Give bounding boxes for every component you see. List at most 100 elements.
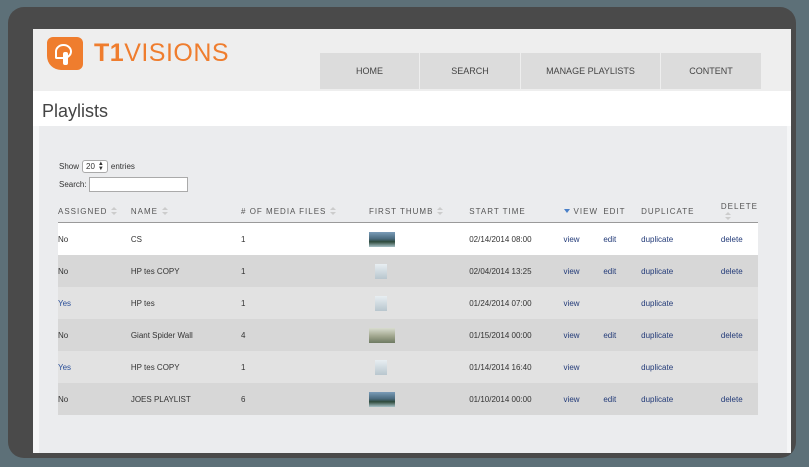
site-header: T1 VISIONS HOME SEARCH MANAGE PLAYLISTS … [33,29,791,91]
edit-link[interactable] [603,287,642,319]
table-header-row: ASSIGNED NAME # OF MEDIA FILES FIRST THU… [58,200,758,223]
cell-files: 6 [230,383,358,415]
view-link[interactable]: view [563,319,604,351]
edit-link[interactable]: edit [603,383,642,415]
landscape-thumbnail[interactable] [368,391,395,407]
playlists-panel: Show 20 ▲ ▼ entries Search: ASSIGNED NAM… [39,126,787,453]
table-row: No JOES PLAYLIST 6 01/10/2014 00:00 view… [58,383,758,415]
edit-link[interactable]: edit [603,319,642,351]
sort-icon [111,207,118,216]
col-duplicate[interactable]: DUPLICATE [641,200,721,223]
blank-thumbnail[interactable] [374,263,387,279]
cell-start: 02/04/2014 13:25 [458,255,564,287]
view-link[interactable]: view [563,222,604,255]
cell-thumb [357,319,459,351]
cell-files: 1 [230,351,358,383]
delete-link[interactable]: delete [720,222,758,255]
cell-start: 01/14/2014 16:40 [458,351,564,383]
main-nav: HOME SEARCH MANAGE PLAYLISTS CONTENT [320,53,762,89]
search-control: Search: [59,177,188,192]
duplicate-link[interactable]: duplicate [641,383,721,415]
stepper-icon: ▲ ▼ [97,160,104,172]
duplicate-link[interactable]: duplicate [641,222,721,255]
cell-name: CS [119,222,231,255]
cell-name: HP tes COPY [119,255,231,287]
nav-content[interactable]: CONTENT [661,53,762,89]
delete-link[interactable]: delete [720,255,758,287]
entries-select[interactable]: 20 ▲ ▼ [82,160,108,173]
view-link[interactable]: view [563,255,604,287]
cell-assigned: Yes [58,351,120,383]
table-controls: Show 20 ▲ ▼ entries Search: [59,160,188,192]
view-link[interactable]: view [563,383,604,415]
cell-files: 1 [230,222,358,255]
entries-control: Show 20 ▲ ▼ entries [59,160,188,173]
entries-label: entries [110,162,135,171]
table-row: Yes HP tes COPY 1 01/14/2014 16:40 view … [58,351,758,383]
col-name[interactable]: NAME [119,200,231,223]
cell-start: 01/15/2014 00:00 [458,319,564,351]
sort-icon [161,207,168,216]
duplicate-link[interactable]: duplicate [641,319,721,351]
cell-files: 1 [230,287,358,319]
cell-thumb [357,287,459,319]
sort-icon [330,207,337,216]
touch-logo-icon [47,36,83,70]
page-title: Playlists [42,101,109,121]
table-row: Yes HP tes 1 01/24/2014 07:00 view dupli… [58,287,758,319]
cell-start: 01/24/2014 07:00 [458,287,564,319]
cell-assigned: No [58,319,120,351]
t1visions-logo[interactable]: T1 VISIONS [47,35,229,71]
sort-desc-icon [563,209,570,214]
nav-manage-playlists[interactable]: MANAGE PLAYLISTS [521,53,661,89]
duplicate-link[interactable]: duplicate [641,287,721,319]
duplicate-link[interactable]: duplicate [641,351,721,383]
delete-link[interactable] [720,351,758,383]
logo-text-t1: T1 [94,38,125,67]
delete-link[interactable] [720,287,758,319]
col-delete[interactable]: DELETE [720,200,758,223]
cell-start: 01/10/2014 00:00 [458,383,564,415]
cell-assigned: No [58,222,120,255]
nav-home[interactable]: HOME [320,53,420,89]
cell-files: 4 [230,319,358,351]
landscape-thumbnail[interactable] [368,231,395,247]
device-frame: T1 VISIONS HOME SEARCH MANAGE PLAYLISTS … [8,7,796,458]
logo-text-visions: VISIONS [124,38,230,67]
col-media-files[interactable]: # OF MEDIA FILES [230,200,358,223]
col-view[interactable]: VIEW [563,200,604,223]
search-input[interactable] [88,177,188,192]
blank-thumbnail[interactable] [374,295,387,311]
app-page: T1 VISIONS HOME SEARCH MANAGE PLAYLISTS … [33,29,791,453]
col-start-time[interactable]: START TIME [458,200,564,223]
nav-search[interactable]: SEARCH [420,53,521,89]
cell-assigned: Yes [58,287,120,319]
col-assigned[interactable]: ASSIGNED [58,200,120,223]
cell-name: HP tes COPY [119,351,231,383]
delete-link[interactable]: delete [720,383,758,415]
blank-thumbnail[interactable] [374,359,387,375]
edit-link[interactable] [603,351,642,383]
cell-name: Giant Spider Wall [119,319,231,351]
table-row: No Giant Spider Wall 4 01/15/2014 00:00 … [58,319,758,351]
search-label: Search: [59,180,87,189]
content-area: Show 20 ▲ ▼ entries Search: ASSIGNED NAM… [33,126,791,453]
cell-thumb [357,222,459,255]
edit-link[interactable]: edit [603,255,642,287]
edit-link[interactable]: edit [603,222,642,255]
wall-thumbnail[interactable] [368,327,395,343]
col-edit[interactable]: EDIT [603,200,642,223]
entries-value: 20 [86,162,95,171]
cell-thumb [357,351,459,383]
table-row: No CS 1 02/14/2014 08:00 view edit dupli… [58,222,758,255]
table-row: No HP tes COPY 1 02/04/2014 13:25 view e… [58,255,758,287]
view-link[interactable]: view [563,287,604,319]
cell-files: 1 [230,255,358,287]
show-label: Show [59,162,80,171]
view-link[interactable]: view [563,351,604,383]
delete-link[interactable]: delete [720,319,758,351]
col-first-thumb[interactable]: FIRST THUMB [357,200,459,223]
cell-assigned: No [58,255,120,287]
duplicate-link[interactable]: duplicate [641,255,721,287]
sort-icon [437,207,444,216]
